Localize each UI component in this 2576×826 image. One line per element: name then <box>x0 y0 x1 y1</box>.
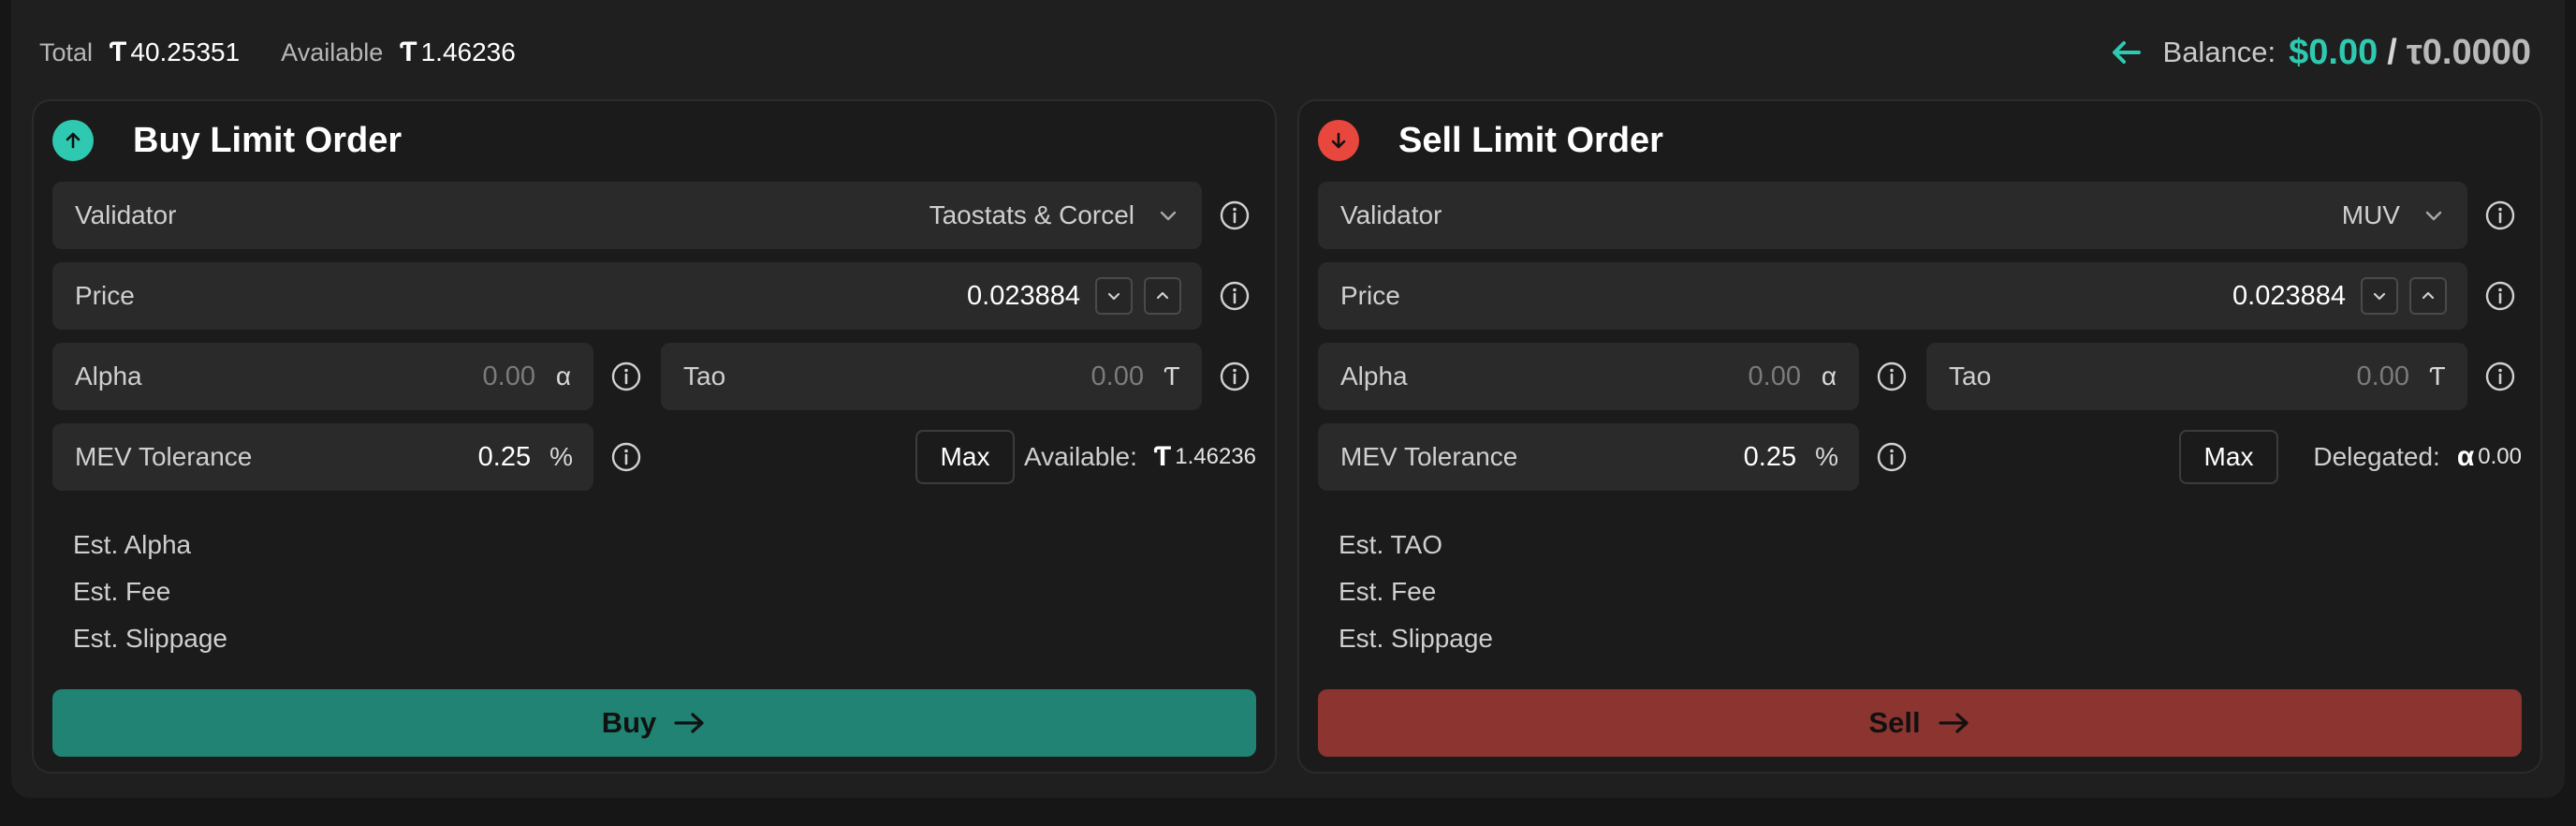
info-icon[interactable] <box>1219 199 1251 231</box>
info-icon[interactable] <box>1876 441 1908 473</box>
chevron-up-icon <box>2422 291 2435 300</box>
delegated-label: Delegated: <box>2313 442 2440 471</box>
alpha-symbol: α <box>2456 441 2475 472</box>
est-slippage-label: Est. Slippage <box>73 624 227 653</box>
buy-button-label: Buy <box>601 706 657 739</box>
validator-select[interactable]: Validator Taostats & Corcel <box>52 182 1202 249</box>
balance-tao: τ0.0000 <box>2406 32 2531 72</box>
validator-label: Validator <box>75 200 177 229</box>
max-button[interactable]: Max <box>915 430 1015 484</box>
arrow-right-icon <box>1938 713 1969 733</box>
mev-tolerance-value[interactable]: 0.25 <box>1744 442 1796 473</box>
balance-display: Balance: $0.00 / τ0.0000 <box>2107 33 2531 73</box>
alpha-input[interactable]: Alpha 0.00 α <box>52 343 593 410</box>
alpha-unit: α <box>1821 361 1837 391</box>
chevron-up-icon <box>1156 291 1169 300</box>
est-fee-label: Est. Fee <box>73 577 171 606</box>
panel-title: Buy Limit Order <box>133 120 402 160</box>
mev-tolerance-label: MEV Tolerance <box>75 442 253 471</box>
balance-label: Balance: <box>2162 36 2276 68</box>
sell-button-label: Sell <box>1868 706 1921 739</box>
arrow-right-icon <box>674 713 704 733</box>
mev-tolerance-label: MEV Tolerance <box>1340 442 1518 471</box>
alpha-label: Alpha <box>1340 361 1408 391</box>
chevron-down-icon <box>2373 292 2386 301</box>
alpha-value[interactable]: 0.00 <box>483 361 535 392</box>
sell-limit-order-panel: Sell Limit Order Validator MUV Price 0.0… <box>1297 99 2542 774</box>
tao-value[interactable]: 0.00 <box>2357 361 2409 392</box>
tao-value[interactable]: 0.00 <box>1091 361 1144 392</box>
top-bar: Total Ƭ 40.25351 Available Ƭ 1.46236 Bal… <box>39 28 2531 77</box>
tao-input[interactable]: Tao 0.00 Ƭ <box>661 343 1202 410</box>
delegated-value: 0.00 <box>2478 444 2522 469</box>
info-icon[interactable] <box>2484 199 2516 231</box>
balance-separator: / <box>2387 32 2397 72</box>
tao-label: Tao <box>683 361 726 391</box>
info-icon[interactable] <box>2484 280 2516 312</box>
mev-tolerance-value[interactable]: 0.25 <box>478 442 531 473</box>
validator-label: Validator <box>1340 200 1442 229</box>
alpha-unit: α <box>555 361 572 391</box>
total-label: Total <box>39 37 94 66</box>
info-icon[interactable] <box>1219 280 1251 312</box>
arrow-left-icon[interactable] <box>2107 34 2144 71</box>
tao-symbol: Ƭ <box>400 37 417 67</box>
info-icon[interactable] <box>610 441 642 473</box>
arrow-up-icon <box>52 120 94 161</box>
max-button[interactable]: Max <box>2179 430 2278 484</box>
chevron-down-icon <box>2425 211 2442 221</box>
panel-header: Buy Limit Order <box>52 120 402 161</box>
available-label: Available: <box>1024 442 1137 471</box>
price-decrement-button[interactable] <box>2361 277 2398 315</box>
alpha-label: Alpha <box>75 361 142 391</box>
info-icon[interactable] <box>1219 361 1251 392</box>
price-label: Price <box>75 281 135 310</box>
delegated-balance: Delegated: α 0.00 <box>2313 430 2522 484</box>
available-value: 1.46236 <box>420 37 516 66</box>
tao-input[interactable]: Tao 0.00 Ƭ <box>1926 343 2467 410</box>
price-field[interactable]: Price 0.023884 <box>1318 262 2467 330</box>
mev-tolerance-input[interactable]: MEV Tolerance 0.25 % <box>1318 423 1859 491</box>
est-tao-label: Est. TAO <box>1339 530 1442 559</box>
info-icon[interactable] <box>1876 361 1908 392</box>
est-alpha-label: Est. Alpha <box>73 530 192 559</box>
price-increment-button[interactable] <box>2409 277 2447 315</box>
price-increment-button[interactable] <box>1144 277 1181 315</box>
est-fee-label: Est. Fee <box>1339 577 1437 606</box>
validator-value: Taostats & Corcel <box>929 200 1134 229</box>
price-value[interactable]: 0.023884 <box>2232 281 2346 312</box>
panel-header: Sell Limit Order <box>1318 120 1663 161</box>
available-value: 1.46236 <box>1175 444 1256 469</box>
validator-select[interactable]: Validator MUV <box>1318 182 2467 249</box>
alpha-value[interactable]: 0.00 <box>1749 361 1801 392</box>
alpha-input[interactable]: Alpha 0.00 α <box>1318 343 1859 410</box>
price-decrement-button[interactable] <box>1095 277 1133 315</box>
total-value: 40.25351 <box>130 37 241 66</box>
tao-symbol: Ƭ <box>110 37 127 67</box>
panel-title: Sell Limit Order <box>1398 120 1663 160</box>
percent-unit: % <box>1815 442 1838 471</box>
balance-usd: $0.00 <box>2289 32 2378 72</box>
tao-symbol: Ƭ <box>1153 441 1172 472</box>
tao-unit: Ƭ <box>1164 361 1180 391</box>
est-slippage-label: Est. Slippage <box>1339 624 1493 653</box>
tao-label: Tao <box>1949 361 1992 391</box>
buy-button[interactable]: Buy <box>52 689 1256 757</box>
chevron-down-icon <box>1107 292 1120 301</box>
info-icon[interactable] <box>610 361 642 392</box>
price-field[interactable]: Price 0.023884 <box>52 262 1202 330</box>
sell-button[interactable]: Sell <box>1318 689 2522 757</box>
price-value[interactable]: 0.023884 <box>967 281 1080 312</box>
arrow-down-icon <box>1318 120 1359 161</box>
tao-unit: Ƭ <box>2429 361 2446 391</box>
validator-value: MUV <box>2341 200 2400 229</box>
mev-tolerance-input[interactable]: MEV Tolerance 0.25 % <box>52 423 593 491</box>
percent-unit: % <box>549 442 573 471</box>
available-label: Available <box>281 37 384 66</box>
available-balance: Available: Ƭ 1.46236 <box>1024 430 1256 484</box>
price-label: Price <box>1340 281 1400 310</box>
info-icon[interactable] <box>2484 361 2516 392</box>
chevron-down-icon <box>1160 211 1177 221</box>
buy-limit-order-panel: Buy Limit Order Validator Taostats & Cor… <box>32 99 1277 774</box>
